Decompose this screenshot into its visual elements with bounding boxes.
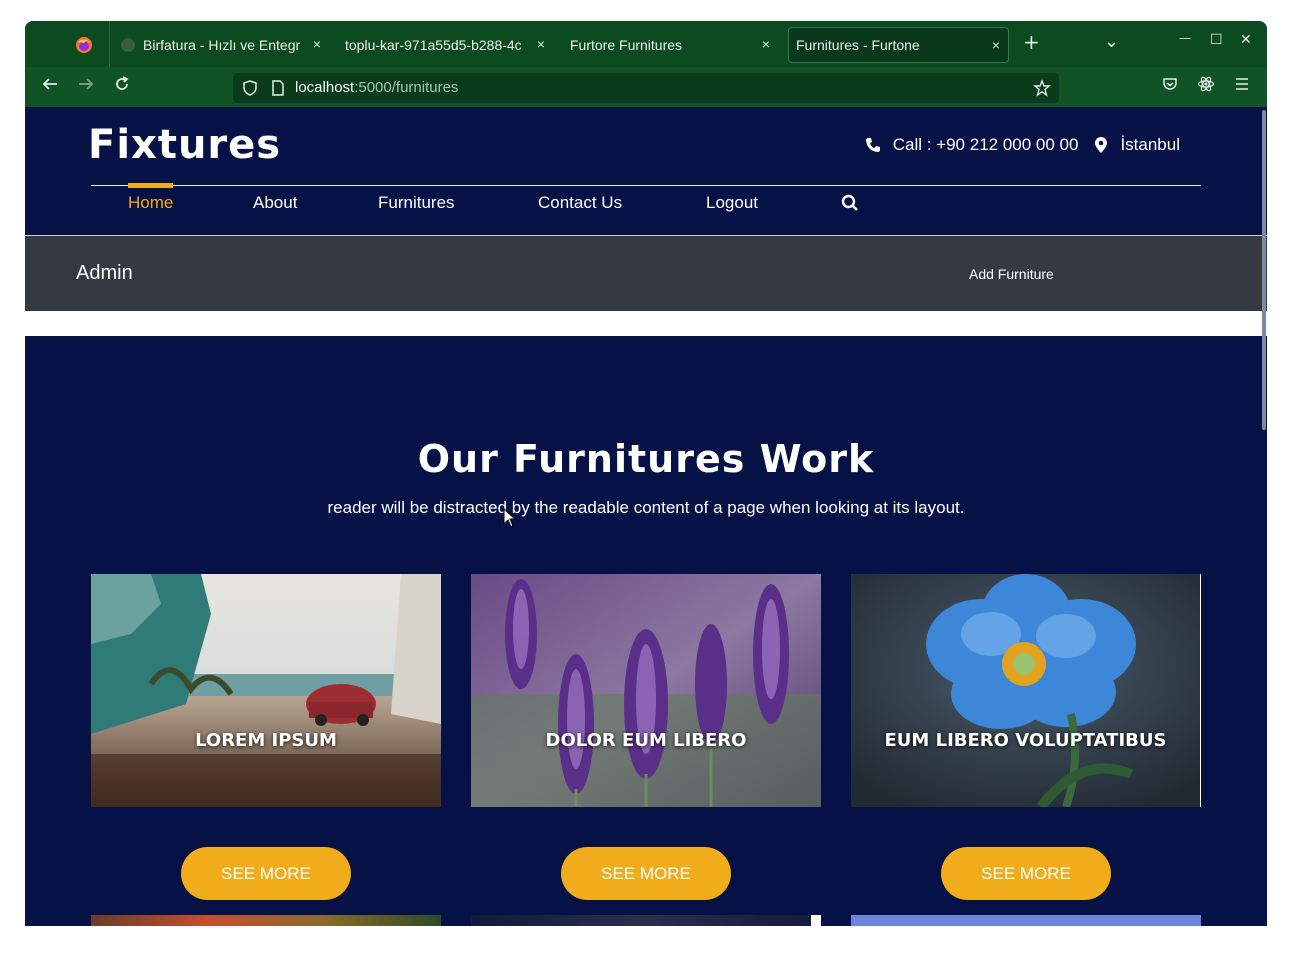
nav-logout[interactable]: Logout	[706, 193, 758, 213]
card-title: DOLOR EUM LIBERO	[545, 730, 747, 751]
minimize-button[interactable]: —	[1179, 31, 1191, 45]
tab-birfatura[interactable]: Birfatura - Hızlı ve Entegr ×	[121, 27, 329, 63]
back-button[interactable]	[38, 75, 62, 99]
location-pin-icon	[1095, 137, 1108, 153]
pocket-button[interactable]	[1158, 75, 1182, 99]
tab-furnitures-furtone[interactable]: Furnitures - Furtone ×	[788, 27, 1009, 63]
see-more-button[interactable]: SEE MORE	[941, 847, 1111, 900]
card-title: EUM LIBERO VOLUPTATIBUS	[884, 730, 1167, 751]
tab-title: Furtore Furnitures	[570, 37, 683, 53]
navigation-toolbar: localhost:5000/furnitures	[25, 67, 1267, 107]
close-tab-icon[interactable]: ×	[537, 36, 545, 52]
firefox-icon	[76, 37, 92, 53]
react-icon	[1197, 76, 1215, 92]
admin-bar: Admin Add Furniture	[25, 235, 1267, 311]
phone-number[interactable]: Call : +90 212 000 00 00	[893, 135, 1079, 155]
card-image-peek	[851, 915, 1201, 926]
beach-car-image	[91, 574, 441, 807]
tab-title: Birfatura - Hızlı ve Entegr	[143, 37, 301, 53]
maximize-button[interactable]: ☐	[1210, 32, 1223, 48]
contact-info: Call : +90 212 000 00 00 İstanbul	[865, 135, 1180, 155]
mouse-cursor-icon	[503, 508, 517, 528]
lavender-image	[471, 574, 821, 807]
app-menu-button[interactable]	[1230, 75, 1254, 99]
header-divider	[91, 185, 1201, 186]
phone-icon	[865, 138, 880, 152]
search-icon[interactable]	[841, 194, 859, 212]
admin-title[interactable]: Admin	[76, 262, 133, 285]
list-tabs-button[interactable]: ⌄	[1104, 31, 1119, 52]
reload-icon	[116, 76, 129, 90]
nav-furnitures[interactable]: Furnitures	[378, 193, 455, 213]
url-path: :5000/furnitures	[354, 79, 459, 96]
url-text[interactable]: localhost:5000/furnitures	[295, 79, 458, 96]
close-tab-icon[interactable]: ×	[762, 36, 770, 52]
furniture-card[interactable]: LOREM IPSUM	[91, 574, 441, 807]
section-title: Our Furnitures Work	[417, 437, 875, 481]
page-viewport: Fixtures Call : +90 212 000 00 00 İstanb…	[25, 107, 1267, 926]
section-subtitle: reader will be distracted by the readabl…	[327, 498, 965, 517]
blue-flower-image	[851, 574, 1200, 807]
tab-separator	[109, 21, 110, 67]
tab-strip: Birfatura - Hızlı ve Entegr × toplu-kar-…	[25, 21, 1267, 67]
close-window-button[interactable]: ✕	[1240, 32, 1252, 48]
nav-about[interactable]: About	[253, 193, 297, 213]
close-tab-icon[interactable]: ×	[992, 37, 1000, 53]
tab-title: Furnitures - Furtone	[796, 37, 920, 53]
nav-home[interactable]: Home	[128, 183, 174, 213]
shield-icon[interactable]	[241, 79, 259, 97]
url-host: localhost	[295, 79, 355, 96]
bookmark-star-icon[interactable]	[1033, 79, 1051, 97]
pocket-icon	[1163, 78, 1177, 90]
white-strip	[25, 311, 1267, 336]
tab-furtore-furnitures[interactable]: Furtore Furnitures ×	[570, 27, 778, 63]
furniture-card[interactable]: EUM LIBERO VOLUPTATIBUS	[851, 574, 1201, 807]
add-furniture-link[interactable]: Add Furniture	[969, 266, 1054, 282]
site-favicon-icon	[121, 38, 135, 52]
site-logo[interactable]: Fixtures	[88, 122, 281, 168]
arrow-right-icon	[79, 78, 94, 90]
nav-contact-us[interactable]: Contact Us	[538, 193, 622, 213]
card-title: LOREM IPSUM	[195, 730, 337, 751]
arrow-left-icon	[42, 78, 57, 90]
browser-window: Birfatura - Hızlı ve Entegr × toplu-kar-…	[25, 21, 1267, 926]
card-image-peek	[471, 915, 821, 926]
forward-button[interactable]	[74, 75, 98, 99]
card-image-peek	[91, 915, 441, 926]
extension-button[interactable]	[1194, 75, 1218, 99]
see-more-button[interactable]: SEE MORE	[181, 847, 351, 900]
page-scrollbar[interactable]	[1262, 110, 1266, 430]
furniture-card[interactable]: DOLOR EUM LIBERO	[471, 574, 821, 807]
new-tab-button[interactable]: +	[1023, 30, 1040, 54]
location-text: İstanbul	[1120, 135, 1180, 154]
firefox-view-button[interactable]	[75, 27, 107, 63]
see-more-button[interactable]: SEE MORE	[561, 847, 731, 900]
page-icon[interactable]	[270, 79, 286, 97]
hamburger-icon	[1236, 78, 1248, 90]
tab-toplu-kar[interactable]: toplu-kar-971a55d5-b288-4c ×	[345, 27, 553, 63]
reload-button[interactable]	[110, 75, 134, 99]
url-bar[interactable]: localhost:5000/furnitures	[233, 73, 1059, 103]
site-header: Fixtures Call : +90 212 000 00 00 İstanb…	[25, 107, 1267, 235]
close-tab-icon[interactable]: ×	[313, 36, 321, 52]
tab-title: toplu-kar-971a55d5-b288-4c	[345, 37, 522, 53]
